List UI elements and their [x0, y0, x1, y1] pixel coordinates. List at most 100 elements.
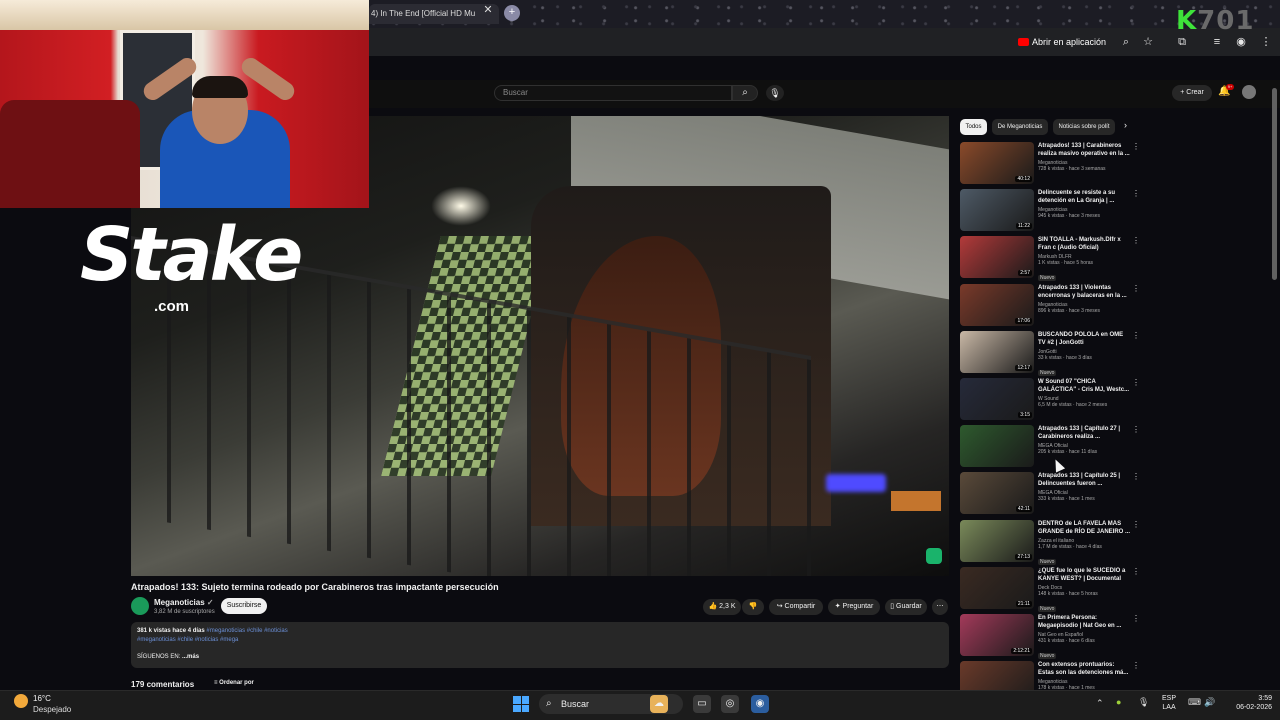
recommendation-thumbnail[interactable]: 11:22 [960, 189, 1034, 232]
recommendation-thumbnail[interactable]: 17:06 [960, 283, 1034, 326]
recommendation-item[interactable]: 17:06 Atrapados 133 | Violentas encerron… [960, 283, 1140, 328]
recommendation-thumbnail[interactable]: 2:12:21 [960, 614, 1034, 656]
video-description[interactable]: 381 k vistas hace 4 días #meganoticias #… [131, 622, 949, 668]
keyboard-language[interactable]: ESP LAA [1162, 694, 1176, 712]
video-frame-headlight [431, 186, 491, 226]
chrome-icon[interactable]: ◉ [751, 695, 769, 713]
recommendation-thumbnail[interactable]: 40:12 [960, 142, 1034, 184]
sort-comments-button[interactable]: ≡ Ordenar por [214, 680, 254, 686]
more-options-icon[interactable]: ⋮ [1132, 331, 1140, 340]
comments-count: 179 comentarios [131, 680, 195, 689]
network-icon[interactable]: ⌨ [1188, 697, 1201, 708]
more-actions-icon[interactable]: ⋯ [932, 599, 948, 615]
zoom-icon[interactable]: ⌕ [1117, 33, 1135, 51]
recommendation-title[interactable]: BUSCANDO POLOLA en OME TV #2 | JonGotti [1038, 331, 1130, 347]
description-tags-line2[interactable]: #meganoticias #chile #noticias #mega [137, 636, 943, 645]
page-scrollbar[interactable] [1272, 88, 1277, 280]
microphone-icon: 🎙 [769, 88, 781, 98]
recommendation-thumbnail[interactable]: 21:11 [960, 566, 1034, 609]
search-highlight-icon[interactable]: ☁ [650, 695, 668, 713]
recommendation-thumbnail[interactable]: 12:17 [960, 330, 1034, 373]
save-label: Guardar [896, 603, 922, 610]
weather-icon[interactable] [14, 694, 28, 708]
tray-app-icon[interactable]: ● [1116, 697, 1121, 707]
weather-description[interactable]: Despejado [33, 705, 71, 714]
more-options-icon[interactable]: ⋮ [1132, 236, 1140, 245]
recommendation-title[interactable]: DENTRO de LA FAVELA MÁS GRANDE de RÍO DE… [1038, 520, 1130, 536]
browser-tab[interactable]: 4) In The End [Official HD Mu [369, 4, 499, 24]
weather-temperature[interactable]: 16°C [33, 694, 51, 703]
more-options-icon[interactable]: ⋮ [1132, 472, 1140, 481]
tray-chevron-icon[interactable]: ⌃ [1096, 698, 1104, 709]
recommendation-item[interactable]: 27:13 DENTRO de LA FAVELA MÁS GRANDE de … [960, 519, 1140, 565]
ask-button[interactable]: ✦ Preguntar [828, 599, 880, 615]
chip-all[interactable]: Todos [960, 119, 987, 135]
description-tags-line1[interactable]: #meganoticias #chile #noticias [206, 628, 287, 634]
recommendation-title[interactable]: W Sound 07 "CHICA GALÁCTICA" - Cris MJ, … [1038, 378, 1130, 394]
recommendation-title[interactable]: Atrapados! 133 | Carabineros realiza mas… [1038, 142, 1130, 158]
more-options-icon[interactable]: ⋮ [1132, 142, 1140, 151]
task-view-icon[interactable]: ▭ [693, 695, 711, 713]
more-options-icon[interactable]: ⋮ [1132, 614, 1140, 623]
open-in-app-button[interactable]: Abrir en aplicación [1014, 34, 1110, 50]
channel-avatar[interactable] [131, 597, 149, 615]
like-button[interactable]: 👍 2,3 K [703, 599, 741, 615]
recommendation-item[interactable]: 3:15 W Sound 07 "CHICA GALÁCTICA" - Cris… [960, 378, 1140, 422]
save-button[interactable]: ▯ Guardar [885, 599, 927, 615]
more-options-icon[interactable]: ⋮ [1132, 425, 1140, 434]
browser-menu-icon[interactable]: ⋮ [1257, 33, 1275, 51]
recommendation-title[interactable]: Atrapados 133 | Violentas encerronas y b… [1038, 284, 1130, 300]
chip-from-channel[interactable]: De Meganoticias [992, 119, 1048, 135]
more-options-icon[interactable]: ⋮ [1132, 520, 1140, 529]
stake-logo: Stake [80, 212, 303, 298]
account-avatar[interactable] [1242, 85, 1256, 99]
channel-name[interactable]: Meganoticias ✓ [154, 598, 214, 607]
search-button[interactable]: ⌕ [732, 85, 758, 101]
tray-mic-icon[interactable]: 🎙 [1138, 697, 1149, 708]
chevron-right-icon[interactable]: › [1124, 120, 1127, 130]
show-more-link[interactable]: ...más [182, 654, 199, 660]
recommendation-title[interactable]: Atrapados 133 | Capítulo 25 | Delincuent… [1038, 472, 1130, 488]
recommendation-item[interactable]: 42:11 Atrapados 133 | Capítulo 25 | Deli… [960, 472, 1140, 516]
tab-close-icon[interactable]: ✕ [481, 4, 495, 18]
recommendation-item[interactable]: 21:11 ¿QUÉ fue lo que le SUCEDIÓ a KANYE… [960, 566, 1140, 612]
video-duration: 17:06 [1015, 317, 1032, 324]
recommendation-thumbnail[interactable] [960, 425, 1034, 468]
obs-icon[interactable]: ◎ [721, 695, 739, 713]
recommendation-thumbnail[interactable]: 27:13 [960, 519, 1034, 562]
subscribe-button[interactable]: Suscribirse [221, 598, 267, 614]
recommendation-title[interactable]: Con extensos prontuarios: Estas son las … [1038, 661, 1130, 677]
recommendation-item[interactable]: 12:17 BUSCANDO POLOLA en OME TV #2 | Jon… [960, 330, 1140, 376]
recommendation-item[interactable]: 2:12:21 En Primera Persona: Megaepisodio… [960, 614, 1140, 659]
more-options-icon[interactable]: ⋮ [1132, 284, 1140, 293]
search-input[interactable]: Buscar [494, 85, 732, 101]
recommendation-item[interactable]: 11:22 Delincuente se resiste a su detenc… [960, 189, 1140, 233]
recommendation-title[interactable]: En Primera Persona: Megaepisodio | Nat G… [1038, 614, 1130, 630]
windows-start-icon[interactable] [513, 696, 529, 712]
recommendation-item[interactable]: 40:12 Atrapados! 133 | Carabineros reali… [960, 142, 1140, 186]
share-button[interactable]: ↪ Compartir [769, 599, 823, 615]
recommendation-item[interactable]: Atrapados 133 | Capítulo 27 | Carabinero… [960, 425, 1140, 469]
new-tab-button[interactable]: + [504, 5, 520, 21]
recommendation-item[interactable]: 2:57 SIN TOALLA - Markush.Dlfr x Fran c … [960, 236, 1140, 282]
create-button[interactable]: + Crear [1172, 85, 1212, 101]
more-options-icon[interactable]: ⋮ [1132, 661, 1140, 670]
volume-icon[interactable]: 🔊 [1204, 697, 1215, 708]
recommendation-thumbnail[interactable]: 2:57 [960, 236, 1034, 279]
voice-search-button[interactable]: 🎙 [766, 85, 784, 101]
recommendation-title[interactable]: SIN TOALLA - Markush.Dlfr x Fran c (Audi… [1038, 236, 1130, 252]
recommendation-stats: 33 k vistas · hace 3 días [1038, 354, 1092, 361]
dislike-button[interactable]: 👎 [742, 599, 764, 615]
more-options-icon[interactable]: ⋮ [1132, 189, 1140, 198]
bookmark-star-icon[interactable]: ☆ [1139, 33, 1157, 51]
system-clock[interactable]: 3:59 06-02-2026 [1224, 694, 1272, 712]
recommendation-thumbnail[interactable]: 42:11 [960, 472, 1034, 515]
new-badge: Nuevo [1038, 558, 1057, 565]
chip-politics-news[interactable]: Noticias sobre polít [1053, 119, 1115, 135]
more-options-icon[interactable]: ⋮ [1132, 378, 1140, 387]
recommendation-title[interactable]: ¿QUÉ fue lo que le SUCEDIÓ a KANYE WEST?… [1038, 567, 1130, 583]
recommendation-thumbnail[interactable]: 3:15 [960, 378, 1034, 420]
more-options-icon[interactable]: ⋮ [1132, 567, 1140, 576]
recommendation-title[interactable]: Delincuente se resiste a su detención en… [1038, 189, 1130, 205]
recommendation-title[interactable]: Atrapados 133 | Capítulo 27 | Carabinero… [1038, 425, 1130, 441]
